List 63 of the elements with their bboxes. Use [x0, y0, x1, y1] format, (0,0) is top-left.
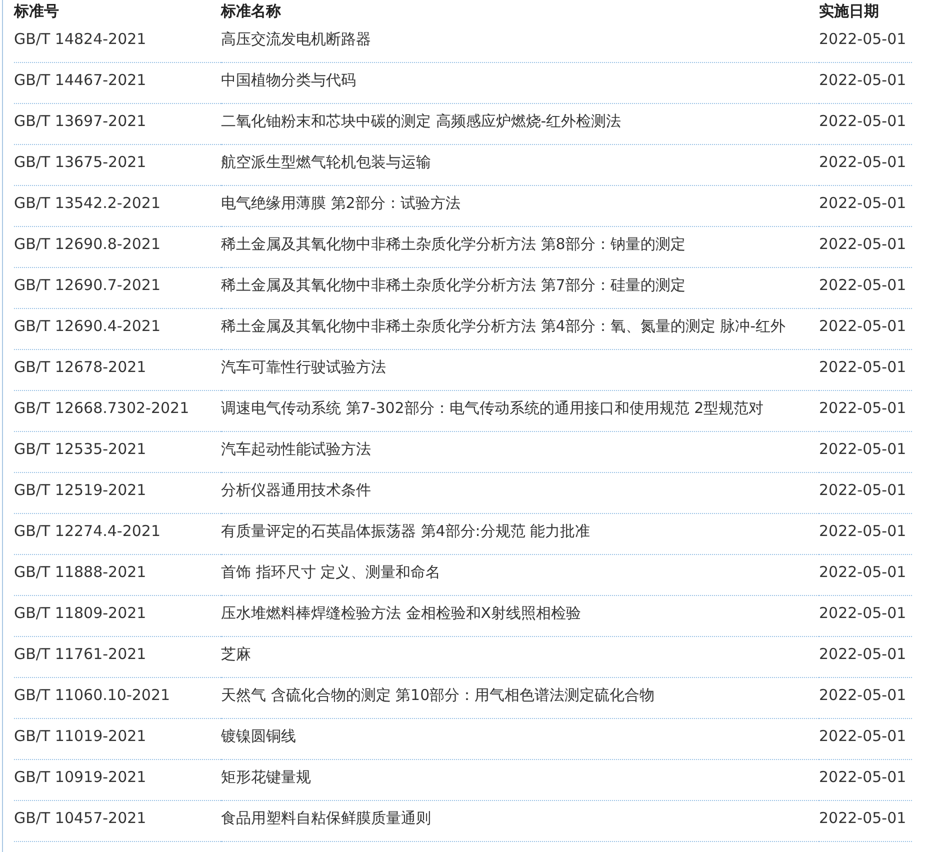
column-header: 标准号 — [14, 0, 221, 22]
table-cell: 中国植物分类与代码 — [221, 71, 356, 89]
table-cell: 2022-05-01 — [819, 563, 906, 581]
table-cell: 汽车起动性能试验方法 — [221, 440, 371, 458]
table-cell: 稀土金属及其氧化物中非稀土杂质化学分析方法 第4部分：氧、氮量的测定 脉冲-红外 — [221, 317, 786, 335]
table-cell: 首饰 指环尺寸 定义、测量和命名 — [221, 563, 441, 581]
column-header: 标准名称 — [221, 1, 282, 22]
table-cell: 2022-05-01 — [819, 358, 906, 376]
table-cell: GB/T 12678-2021 — [14, 358, 146, 376]
table-cell: GB/T 12519-2021 — [14, 481, 146, 499]
table-cell: 2022-05-01 — [819, 194, 906, 212]
table-cell: 2022-05-01 — [819, 604, 906, 622]
table-cell: 稀土金属及其氧化物中非稀土杂质化学分析方法 第8部分：钠量的测定 — [221, 235, 686, 253]
table-cell: 电气绝缘用薄膜 第2部分：试验方法 — [221, 194, 460, 212]
table-cell: GB/T 12668.7302-2021 — [14, 399, 190, 417]
table-cell: 2022-05-01 — [819, 71, 906, 89]
table-cell: 芝麻 — [221, 645, 251, 663]
table-cell: 2022-05-01 — [819, 768, 906, 786]
table-cell: 航空派生型燃气轮机包装与运输 — [221, 153, 431, 171]
table-cell: 有质量评定的石英晶体振荡器 第4部分:分规范 能力批准 — [221, 522, 590, 540]
table-cell: 2022-05-01 — [819, 235, 906, 253]
table-cell: 2022-05-01 — [819, 809, 906, 827]
table-cell: GB/T 11888-2021 — [14, 563, 146, 581]
table-cell: GB/T 11019-2021 — [14, 727, 146, 745]
table-cell: 食品用塑料自粘保鲜膜质量通则 — [221, 809, 431, 827]
table-cell: 2022-05-01 — [819, 686, 906, 704]
table-cell: 2022-05-01 — [819, 153, 906, 171]
table-cell: 2022-05-01 — [819, 481, 906, 499]
table-cell: GB/T 14467-2021 — [14, 71, 146, 89]
table-cell: GB/T 13697-2021 — [14, 112, 146, 130]
table-cell: GB/T 12690.8-2021 — [14, 235, 161, 253]
table-cell: 天然气 含硫化合物的测定 第10部分：用气相色谱法测定硫化合物 — [221, 686, 655, 704]
table-cell: GB/T 12690.4-2021 — [14, 317, 161, 335]
table-cell: GB/T 10457-2021 — [14, 809, 146, 827]
table-cell: 矩形花键量规 — [221, 768, 311, 786]
table-cell: 2022-05-01 — [819, 440, 906, 458]
table-cell: 2022-05-01 — [819, 112, 906, 130]
table-cell: GB/T 12690.7-2021 — [14, 276, 161, 294]
table-cell: 二氧化铀粉末和芯块中碳的测定 高频感应炉燃烧-红外检测法 — [221, 112, 622, 130]
table-cell: 调速电气传动系统 第7-302部分：电气传动系统的通用接口和使用规范 2型规范对 — [221, 399, 764, 417]
table-cell: 2022-05-01 — [819, 399, 906, 417]
table-cell: GB/T 12274.4-2021 — [14, 522, 161, 540]
table-cell: 2022-05-01 — [819, 727, 906, 745]
table-cell: 稀土金属及其氧化物中非稀土杂质化学分析方法 第7部分：硅量的测定 — [221, 276, 686, 294]
table-cell: 2022-05-01 — [819, 30, 906, 48]
table-cell: 2022-05-01 — [819, 645, 906, 663]
table-cell: 镀镍圆铜线 — [221, 727, 296, 745]
table-cell: 2022-05-01 — [819, 522, 906, 540]
table-cell: 分析仪器通用技术条件 — [221, 481, 371, 499]
table-cell: GB/T 13542.2-2021 — [14, 194, 161, 212]
table-cell: GB/T 12535-2021 — [14, 440, 146, 458]
table-cell: GB/T 11809-2021 — [14, 604, 146, 622]
table-cell: 汽车可靠性行驶试验方法 — [221, 358, 386, 376]
table-cell: 高压交流发电机断路器 — [221, 30, 371, 48]
table-cell: GB/T 14824-2021 — [14, 30, 146, 48]
table-cell: GB/T 10919-2021 — [14, 768, 146, 786]
table-cell: 压水堆燃料棒焊缝检验方法 金相检验和X射线照相检验 — [221, 604, 582, 622]
column-header: 实施日期 — [819, 1, 880, 22]
table-cell: GB/T 13675-2021 — [14, 153, 146, 171]
table-cell: 2022-05-01 — [819, 317, 906, 335]
table-cell: GB/T 11761-2021 — [14, 645, 146, 663]
table-cell: GB/T 11060.10-2021 — [14, 686, 170, 704]
table-cell: 2022-05-01 — [819, 276, 906, 294]
